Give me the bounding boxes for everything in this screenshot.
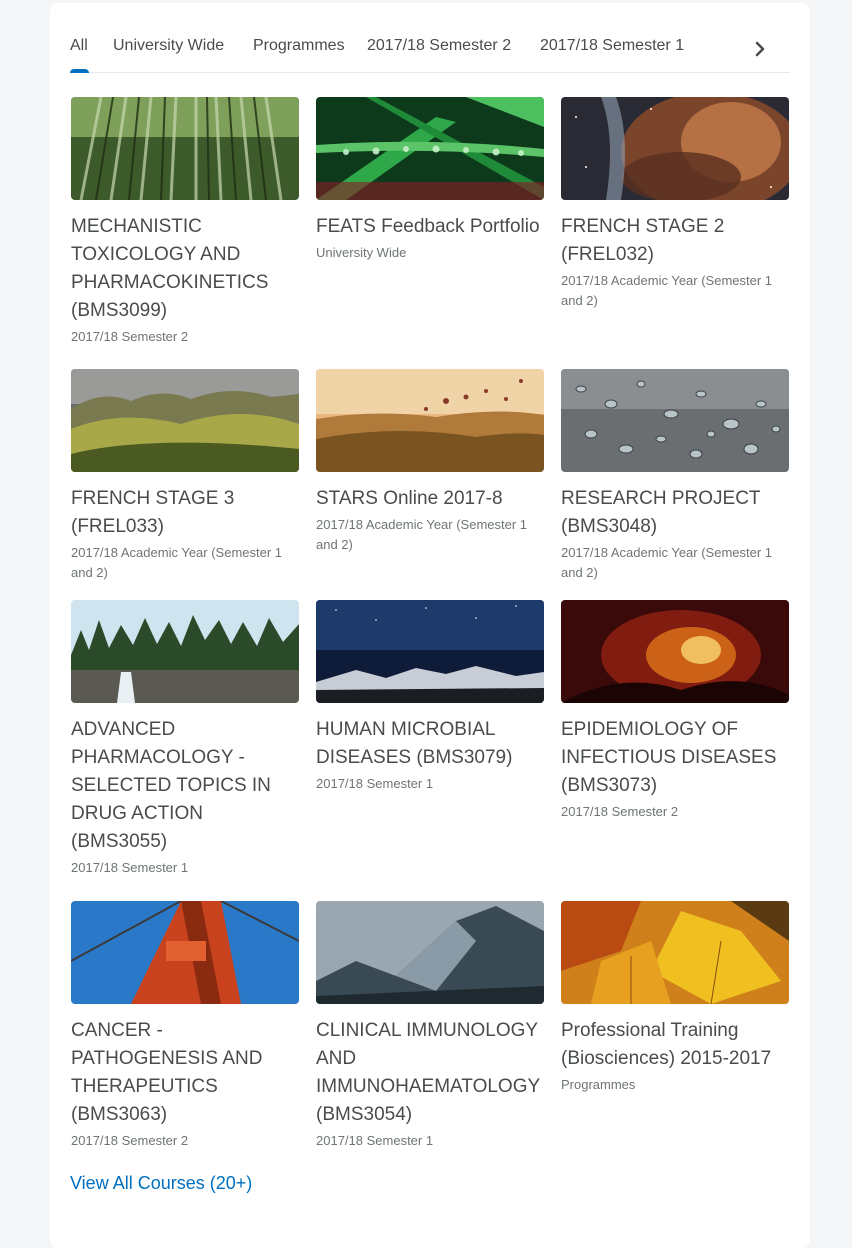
tab-semester-2[interactable]: 2017/18 Semester 2 bbox=[367, 37, 511, 55]
course-tile[interactable]: CANCER - PATHOGENESIS AND THERAPEUTICS (… bbox=[71, 901, 299, 1151]
view-all-courses-link[interactable]: View All Courses (20+) bbox=[70, 1173, 252, 1194]
course-tile[interactable]: STARS Online 2017-8 2017/18 Academic Yea… bbox=[316, 369, 544, 555]
active-tab-indicator bbox=[70, 69, 89, 73]
course-image-bamboo bbox=[71, 97, 299, 200]
course-image-nebula bbox=[561, 97, 789, 200]
course-subtitle: 2017/18 Academic Year (Semester 1 and 2) bbox=[316, 517, 528, 552]
course-title: FRENCH STAGE 3 (FREL033) bbox=[71, 488, 235, 537]
course-tile[interactable]: RESEARCH PROJECT (BMS3048) 2017/18 Acade… bbox=[561, 369, 789, 583]
tab-programmes[interactable]: Programmes bbox=[253, 37, 345, 55]
course-subtitle: 2017/18 Academic Year (Semester 1 and 2) bbox=[561, 545, 773, 580]
course-subtitle: University Wide bbox=[316, 245, 407, 260]
course-tile[interactable]: ADVANCED PHARMACOLOGY - SELECTED TOPICS … bbox=[71, 600, 299, 878]
course-tile[interactable]: EPIDEMIOLOGY OF INFECTIOUS DISEASES (BMS… bbox=[561, 600, 789, 822]
course-subtitle: 2017/18 Semester 1 bbox=[316, 1133, 434, 1148]
course-tile[interactable]: FRENCH STAGE 3 (FREL033) 2017/18 Academi… bbox=[71, 369, 299, 583]
course-subtitle: Programmes bbox=[561, 1077, 636, 1092]
course-subtitle: 2017/18 Semester 2 bbox=[561, 804, 679, 819]
course-subtitle: 2017/18 Semester 1 bbox=[71, 860, 189, 875]
course-image-water-drops bbox=[561, 369, 789, 472]
course-subtitle: 2017/18 Semester 1 bbox=[316, 776, 434, 791]
my-courses-widget: All University Wide Programmes 2017/18 S… bbox=[50, 3, 810, 1248]
course-title: CANCER - PATHOGENESIS AND THERAPEUTICS (… bbox=[71, 1020, 263, 1125]
course-tile[interactable]: FEATS Feedback Portfolio University Wide bbox=[316, 97, 544, 263]
course-image-rocky-mountain bbox=[316, 901, 544, 1004]
course-image-grass-droplets bbox=[316, 97, 544, 200]
course-subtitle: 2017/18 Semester 2 bbox=[71, 329, 189, 344]
course-title: CLINICAL IMMUNOLOGY AND IMMUNOHAEMATOLOG… bbox=[316, 1020, 540, 1125]
course-filter-tabs: All University Wide Programmes 2017/18 S… bbox=[70, 3, 790, 73]
course-title: FEATS Feedback Portfolio bbox=[316, 216, 540, 237]
course-subtitle: 2017/18 Semester 2 bbox=[71, 1133, 189, 1148]
course-image-hills bbox=[71, 369, 299, 472]
course-title: FRENCH STAGE 2 (FREL032) bbox=[561, 216, 725, 265]
course-tile[interactable]: MECHANISTIC TOXICOLOGY AND PHARMACOKINET… bbox=[71, 97, 299, 347]
course-title: EPIDEMIOLOGY OF INFECTIOUS DISEASES (BMS… bbox=[561, 719, 777, 796]
course-title: STARS Online 2017-8 bbox=[316, 488, 503, 509]
course-tile[interactable]: CLINICAL IMMUNOLOGY AND IMMUNOHAEMATOLOG… bbox=[316, 901, 544, 1151]
course-tile[interactable]: FRENCH STAGE 2 (FREL032) 2017/18 Academi… bbox=[561, 97, 789, 311]
tab-university-wide[interactable]: University Wide bbox=[113, 37, 224, 55]
course-subtitle: 2017/18 Academic Year (Semester 1 and 2) bbox=[561, 273, 773, 308]
course-title: MECHANISTIC TOXICOLOGY AND PHARMACOKINET… bbox=[71, 216, 269, 321]
tab-all[interactable]: All bbox=[70, 37, 88, 55]
course-subtitle: 2017/18 Academic Year (Semester 1 and 2) bbox=[71, 545, 283, 580]
course-image-red-bridge bbox=[71, 901, 299, 1004]
course-title: ADVANCED PHARMACOLOGY - SELECTED TOPICS … bbox=[71, 719, 271, 852]
course-tile[interactable]: HUMAN MICROBIAL DISEASES (BMS3079) 2017/… bbox=[316, 600, 544, 794]
course-image-forest-waterfall bbox=[71, 600, 299, 703]
course-title: RESEARCH PROJECT (BMS3048) bbox=[561, 488, 761, 537]
course-title: Professional Training (Biosciences) 2015… bbox=[561, 1020, 772, 1069]
course-title: HUMAN MICROBIAL DISEASES (BMS3079) bbox=[316, 719, 513, 768]
chevron-right-icon[interactable] bbox=[750, 39, 770, 59]
course-image-night-mountains bbox=[316, 600, 544, 703]
tab-semester-1[interactable]: 2017/18 Semester 1 bbox=[540, 37, 684, 55]
course-tile[interactable]: Professional Training (Biosciences) 2015… bbox=[561, 901, 789, 1095]
course-image-balloons bbox=[316, 369, 544, 472]
course-image-autumn-leaves bbox=[561, 901, 789, 1004]
course-image-fire-nebula bbox=[561, 600, 789, 703]
